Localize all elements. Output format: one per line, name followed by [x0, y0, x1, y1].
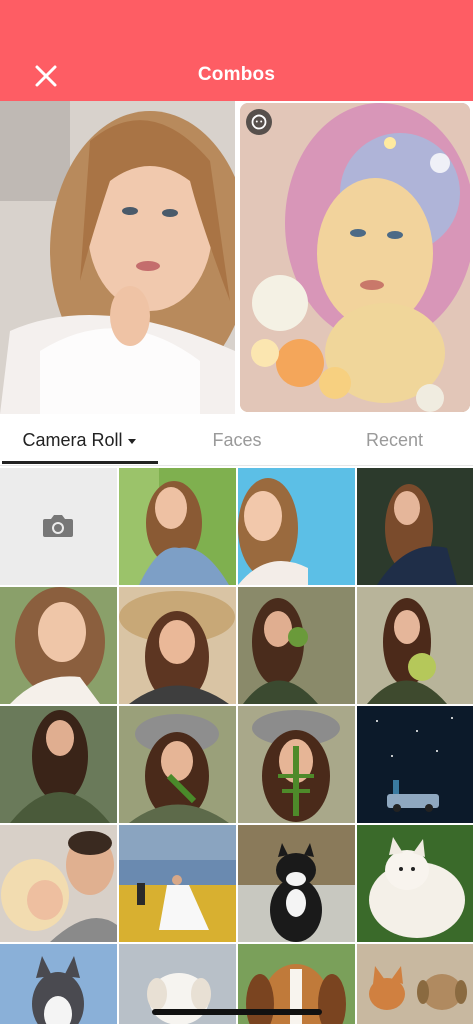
original-photo-image — [0, 101, 235, 414]
active-tab-indicator — [2, 461, 158, 464]
preview-area — [0, 101, 473, 414]
chevron-down-icon — [127, 438, 136, 444]
divider — [0, 465, 473, 466]
home-indicator[interactable] — [152, 1009, 322, 1015]
photo-woman-smiling-portrait — [0, 587, 117, 704]
photo-husky-snow — [0, 944, 117, 1024]
photo-thumbnail[interactable] — [119, 587, 236, 704]
art-photo-image — [240, 103, 470, 412]
tab-faces-label: Faces — [212, 430, 262, 450]
tab-camera-roll-label: Camera Roll — [22, 430, 123, 450]
photo-woman-holding-flowers — [357, 587, 473, 704]
photo-black-white-cat — [238, 825, 355, 942]
original-photo — [0, 101, 235, 414]
face-filter-icon — [251, 114, 267, 130]
photo-woman-denim-jacket — [119, 468, 236, 585]
photo-woman-hat-fern-face — [238, 706, 355, 823]
photo-thumbnail[interactable] — [357, 587, 473, 704]
photo-grid — [0, 468, 473, 1024]
tab-recent-label: Recent — [365, 430, 424, 450]
photo-woman-green-sweater — [0, 706, 117, 823]
photo-car-under-stars — [357, 706, 473, 823]
photo-woman-grey-hat-leaf — [119, 706, 236, 823]
photo-small-dogs-pair — [357, 944, 473, 1024]
tab-faces[interactable]: Faces — [158, 414, 316, 466]
photo-white-dog-grass — [357, 825, 473, 942]
photo-thumbnail[interactable] — [357, 825, 473, 942]
photo-thumbnail[interactable] — [357, 468, 473, 585]
photo-woman-dark-forest — [357, 468, 473, 585]
photo-thumbnail[interactable] — [238, 468, 355, 585]
face-filter-button[interactable] — [246, 109, 272, 135]
photo-thumbnail[interactable] — [357, 706, 473, 823]
photo-thumbnail[interactable] — [0, 587, 117, 704]
photo-thumbnail[interactable] — [119, 468, 236, 585]
photo-thumbnail[interactable] — [119, 825, 236, 942]
photo-thumbnail[interactable] — [238, 825, 355, 942]
app-header: Combos — [0, 0, 473, 101]
tab-recent[interactable]: Recent — [316, 414, 473, 466]
photo-thumbnail[interactable] — [0, 706, 117, 823]
photo-thumbnail[interactable] — [238, 706, 355, 823]
photo-wedding-sunflower-field — [119, 825, 236, 942]
photo-thumbnail[interactable] — [119, 706, 236, 823]
camera-button[interactable] — [0, 468, 117, 585]
photo-thumbnail[interactable] — [238, 587, 355, 704]
photo-thumbnail[interactable] — [357, 944, 473, 1024]
photo-thumbnail[interactable] — [0, 944, 117, 1024]
page-title: Combos — [197, 64, 276, 85]
photo-couple-embrace — [0, 825, 117, 942]
art-filtered-photo[interactable] — [240, 103, 470, 412]
camera-icon — [43, 515, 73, 537]
photo-woman-straw-hat — [119, 587, 236, 704]
photo-thumbnail[interactable] — [0, 825, 117, 942]
photo-woman-holding-plant — [238, 587, 355, 704]
photo-woman-blue-background — [238, 468, 355, 585]
source-tabs: Camera Roll Faces Recent — [0, 414, 473, 466]
tab-camera-roll[interactable]: Camera Roll — [0, 414, 158, 466]
